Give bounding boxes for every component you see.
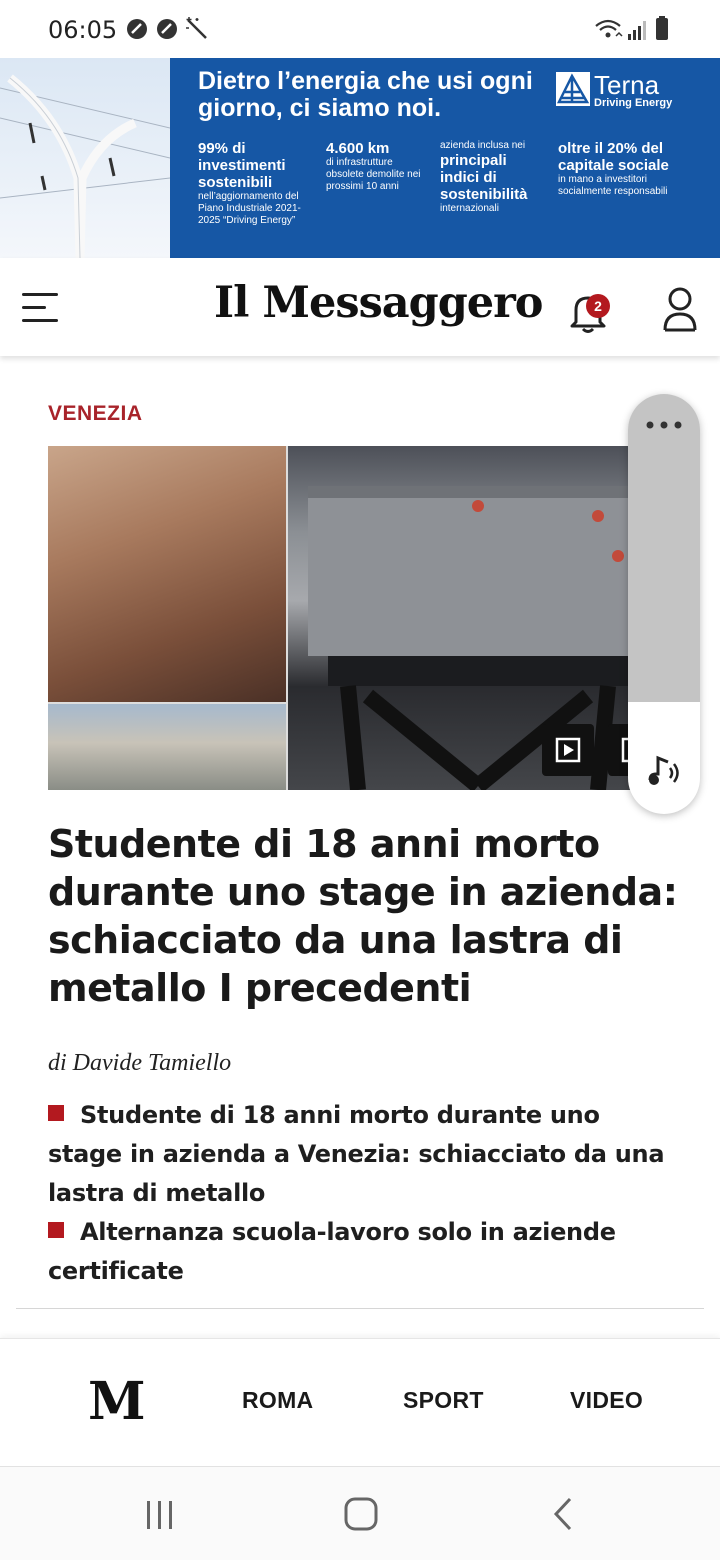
bullet-square-icon xyxy=(48,1105,64,1121)
status-right-icons xyxy=(595,16,668,40)
back-icon[interactable] xyxy=(552,1497,574,1531)
related-link-text: Studente di 18 anni morto durante uno st… xyxy=(48,1101,665,1207)
battery-icon xyxy=(656,16,668,40)
terna-logo-icon xyxy=(556,72,590,106)
nav-link-video[interactable]: VIDEO xyxy=(570,1387,643,1414)
wifi-icon xyxy=(595,19,623,38)
ad-headline: Dietro l’energia che usi ogni giorno, ci… xyxy=(198,67,533,122)
notification-badge: 2 xyxy=(586,294,610,318)
ad-stat-km: 4.600 km di infrastrutture obsolete demo… xyxy=(326,140,426,193)
ad-stat-indices: azienda inclusa nei principali indici di… xyxy=(440,140,550,215)
user-icon[interactable] xyxy=(660,286,700,332)
ad-pylon-image xyxy=(0,58,170,258)
gallery-video-button[interactable] xyxy=(542,724,594,776)
photo-street xyxy=(48,704,286,790)
text-to-speech-widget[interactable] xyxy=(628,394,700,814)
ad-banner[interactable]: Dietro l’energia che usi ogni giorno, ci… xyxy=(0,58,720,258)
nav-link-roma[interactable]: ROMA xyxy=(242,1387,313,1414)
article-hero-image[interactable] xyxy=(48,446,680,790)
ad-stat-big: 99% di investimenti sostenibili xyxy=(198,140,286,191)
article-byline: di Davide Tamiello xyxy=(48,1050,232,1076)
recent-apps-icon[interactable] xyxy=(144,1499,176,1531)
play-icon xyxy=(555,737,581,763)
tts-slider-track[interactable] xyxy=(628,394,700,702)
divider xyxy=(16,1308,704,1309)
audio-speaker-icon[interactable] xyxy=(642,750,686,794)
menu-icon[interactable] xyxy=(22,293,58,323)
ad-stat-big: 4.600 km xyxy=(326,140,390,157)
signal-icon xyxy=(628,21,646,40)
related-link[interactable]: Alternanza scuola-lavoro solo in aziende… xyxy=(48,1213,678,1291)
more-options-icon[interactable] xyxy=(644,418,684,432)
ad-stat-small-top: azienda inclusa nei xyxy=(440,140,526,151)
photo-student xyxy=(48,446,286,702)
article-title[interactable]: Studente di 18 anni morto durante uno st… xyxy=(48,820,678,1012)
status-bar: 06:05 xyxy=(0,0,720,58)
ad-stat-investments: 99% di investimenti sostenibili nell’agg… xyxy=(198,140,310,227)
system-navigation-bar xyxy=(0,1466,720,1560)
ad-stat-small: di infrastrutture obsolete demolite nei … xyxy=(326,157,421,192)
ad-stat-big: principali indici di sostenibilità xyxy=(440,152,528,203)
bullet-square-icon xyxy=(48,1222,64,1238)
home-logo[interactable]: M xyxy=(88,1371,146,1432)
ad-stat-small: in mano a investitori socialmente respon… xyxy=(558,174,668,197)
masthead-logo[interactable]: Il Messaggero xyxy=(214,278,543,328)
status-time: 06:05 xyxy=(48,16,118,44)
ad-brand-logo: Terna Driving Energy xyxy=(556,70,676,114)
whatsapp-icon xyxy=(127,19,147,39)
ad-stat-small: internazionali xyxy=(440,203,499,214)
magic-wand-icon xyxy=(186,17,207,39)
site-header: Il Messaggero xyxy=(0,258,720,356)
ad-brand-tagline: Driving Energy xyxy=(594,97,673,109)
bottom-navigation: M ROMA SPORT VIDEO xyxy=(0,1338,720,1466)
home-button-icon[interactable] xyxy=(344,1497,378,1531)
nav-link-sport[interactable]: SPORT xyxy=(403,1387,484,1414)
section-label[interactable]: VENEZIA xyxy=(48,402,143,426)
ad-stat-big: oltre il 20% del capitale sociale xyxy=(558,140,669,174)
whatsapp-icon xyxy=(157,19,177,39)
related-link[interactable]: Studente di 18 anni morto durante uno st… xyxy=(48,1096,678,1213)
related-link-text: Alternanza scuola-lavoro solo in aziende… xyxy=(48,1218,616,1285)
ad-stat-capital: oltre il 20% del capitale sociale in man… xyxy=(558,140,678,198)
ad-stat-small: nell’aggiornamento del Piano Industriale… xyxy=(198,191,301,226)
